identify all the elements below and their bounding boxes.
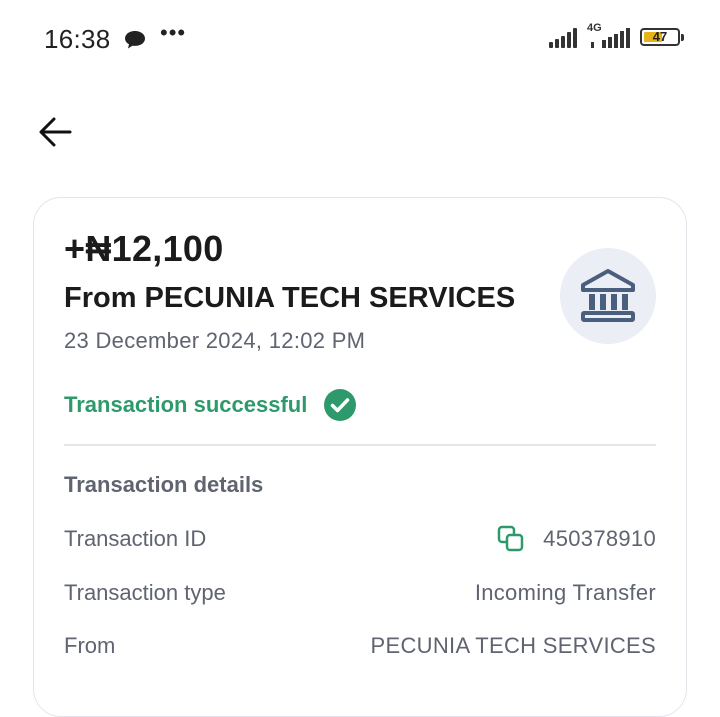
status-label: Transaction successful [64, 392, 308, 417]
bank-avatar [560, 248, 656, 344]
detail-value: Incoming Transfer [474, 580, 656, 605]
detail-label: From [64, 633, 116, 658]
check-circle-icon [324, 389, 357, 421]
battery-level: 47 [652, 29, 668, 44]
detail-row-from: From PECUNIA TECH SERVICES [64, 633, 656, 659]
detail-row-transaction-type: Transaction type Incoming Transfer [64, 580, 656, 606]
network-type-label: 4G [587, 22, 602, 34]
transaction-date: 23 December 2024, 12:02 PM [64, 328, 366, 353]
status-indicators: 4G 47 [549, 22, 684, 48]
copy-icon[interactable] [497, 525, 525, 553]
bank-icon [581, 269, 635, 322]
transaction-source-title: From PECUNIA TECH SERVICES [64, 282, 516, 314]
divider [64, 444, 656, 446]
details-section-title: Transaction details [64, 472, 264, 497]
signal-strength-icon [549, 26, 577, 48]
battery-icon: 47 [640, 28, 684, 46]
status-bar: 16:38 ••• 4G 47 [0, 0, 720, 80]
back-button[interactable] [36, 112, 76, 152]
status-time: 16:38 [44, 24, 111, 54]
chat-bubble-icon [124, 30, 146, 55]
transaction-amount: +₦12,100 [64, 228, 224, 269]
more-notifications-icon: ••• [160, 20, 187, 45]
detail-label: Transaction type [64, 580, 226, 605]
transaction-status: Transaction successful [64, 388, 357, 422]
mobile-data-icon: 4G [587, 22, 630, 48]
detail-value: PECUNIA TECH SERVICES [370, 633, 656, 658]
detail-value: 450378910 [543, 526, 656, 551]
detail-row-transaction-id: Transaction ID 450378910 [64, 525, 656, 553]
arrow-left-icon [39, 117, 72, 147]
detail-label: Transaction ID [64, 526, 207, 551]
